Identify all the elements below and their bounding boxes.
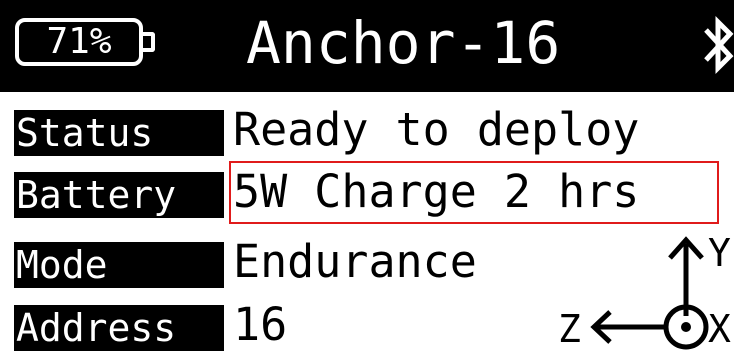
battery-percent: 71%	[46, 21, 112, 62]
x-axis-label: X	[708, 307, 731, 351]
device-name: Anchor-16	[246, 9, 561, 77]
label-address: Address	[14, 305, 224, 351]
label-status: Status	[14, 110, 224, 156]
x-axis-dot	[681, 322, 691, 332]
value-status: Ready to deploy	[233, 103, 640, 156]
axis-diagram: Y Z X	[558, 231, 731, 351]
label-battery: Battery	[14, 172, 224, 218]
value-address: 16	[233, 298, 288, 351]
header-bar: 71% Anchor-16	[0, 0, 734, 92]
highlight-box	[229, 161, 719, 224]
y-axis-label: Y	[708, 231, 731, 275]
z-axis-label: Z	[558, 307, 581, 351]
bluetooth-icon	[704, 15, 734, 75]
battery-indicator: 71%	[15, 18, 155, 68]
battery-tip	[143, 32, 155, 52]
value-mode: Endurance	[233, 235, 477, 288]
label-mode: Mode	[14, 242, 224, 288]
